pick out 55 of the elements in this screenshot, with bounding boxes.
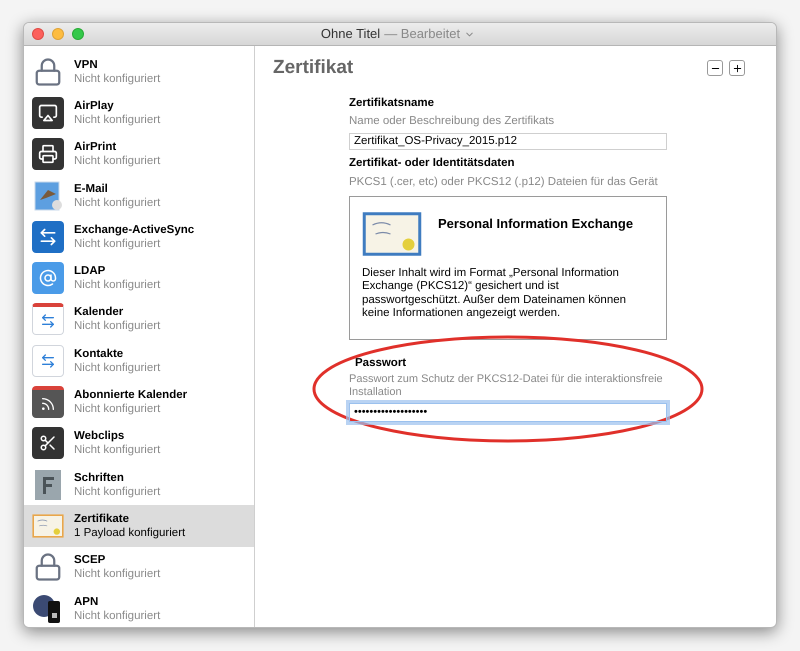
card-description: Dieser Inhalt wird im Format „Personal Information Exchange (PKCS12)“ gesichert und ist passwortgeschützt. Außer dem Dateinamen können keine Informationen angezeigt werden. (362, 266, 628, 320)
sidebar-item[interactable]: Schriften Nicht konfiguriert (24, 464, 254, 506)
sidebar-item[interactable]: LDAP Nicht konfiguriert (24, 257, 254, 299)
sidebar-item[interactable]: SCEP Nicht konfiguriert (24, 546, 254, 588)
item-name: LDAP (74, 264, 106, 278)
item-name: Abonnierte Kalender (74, 388, 188, 402)
item-name: VPN (74, 58, 99, 72)
item-status: Nicht konfiguriert (74, 360, 160, 375)
item-status: Nicht konfiguriert (74, 567, 160, 582)
item-name: Kontakte (74, 346, 124, 361)
item-name: SCEP (74, 553, 106, 568)
item-name: APN (74, 594, 100, 608)
item-name: Zertifikate (74, 512, 130, 526)
field-label: Passwort (354, 356, 408, 370)
item-status: Nicht konfiguriert (74, 236, 162, 251)
field-hint: PKCS1 (.cer, etc) oder PKCS12 (.p12) Dateien für das Gerät (349, 175, 659, 190)
name-field[interactable]: Zertifikat_OS-Privacy_2015.p12 (349, 133, 667, 150)
item-status: Nicht konfiguriert (74, 443, 160, 458)
item-status: Nicht konfiguriert (74, 154, 160, 168)
window-subtitle: — Bearbeitet (384, 25, 460, 44)
sidebar-item[interactable]: Kontakte Nicht konfiguriert (24, 340, 254, 382)
password-field[interactable]: ••••••••••••••••••• (349, 402, 667, 422)
item-status: Nicht konfiguriert (74, 196, 160, 210)
window-title: Ohne Titel (320, 25, 380, 44)
sidebar-item[interactable]: AirPrint Nicht konfiguriert (24, 134, 254, 175)
sidebar-item[interactable]: AirPlay Nicht konfiguriert (24, 92, 254, 134)
item-name: Kalender (74, 305, 124, 320)
sidebar-item[interactable]: VPN Nicht konfiguriert (24, 51, 254, 92)
item-name: AirPlay (74, 98, 115, 113)
item-status: Nicht konfiguriert (74, 278, 160, 292)
item-status: Nicht konfiguriert (74, 608, 160, 622)
item-name: AirPrint (74, 140, 118, 154)
sidebar-item[interactable]: Exchange-ActiveSync Nicht konfiguriert (24, 216, 254, 258)
item-name: Schriften (74, 470, 125, 485)
item-status: Nicht konfiguriert (74, 402, 162, 416)
item-status: Nicht konfiguriert (74, 72, 160, 86)
item-name: Webclips (74, 429, 126, 444)
field-label: Zertifikat- oder Identitätsdaten (349, 156, 516, 171)
item-name: Exchange-ActiveSync (74, 222, 194, 237)
sidebar-item[interactable]: Zertifikate 1 Payload konfiguriert (24, 505, 254, 547)
sidebar-item[interactable]: Webclips Nicht konfiguriert (24, 422, 254, 464)
field-hint: Passwort zum Schutz der PKCS12-Datei für die interaktionsfreie Installation (349, 372, 664, 399)
sidebar-item[interactable]: Kalender Nicht konfiguriert (24, 298, 254, 340)
sidebar-item[interactable]: Abonnierte Kalender Nicht konfiguriert (24, 381, 254, 423)
item-status: Nicht konfiguriert (74, 484, 160, 499)
item-status: 1 Payload konfiguriert (74, 526, 186, 540)
sidebar-item[interactable]: APN Nicht konfiguriert (24, 588, 254, 627)
item-name: E-Mail (74, 182, 109, 196)
item-status: Nicht konfiguriert (74, 112, 160, 127)
sidebar-item[interactable]: E-Mail Nicht konfiguriert (24, 174, 254, 216)
field-hint: Name oder Beschreibung des Zertifikats (349, 114, 556, 129)
page-title: Zertifikat (273, 56, 354, 80)
field-label: Zertifikatsname (349, 96, 436, 110)
card-title: Personal Information Exchange (438, 214, 634, 233)
item-status: Nicht konfiguriert (74, 319, 160, 334)
